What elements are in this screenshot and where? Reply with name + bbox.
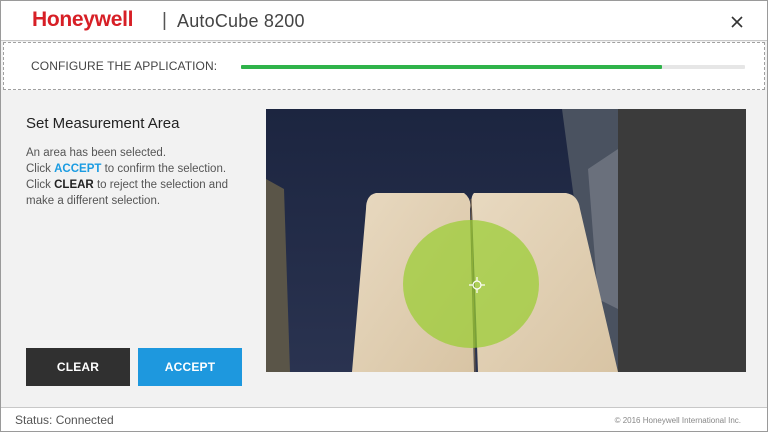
- copyright-notice: © 2016 Honeywell International Inc.: [614, 416, 741, 425]
- instruction-click-text: Click: [26, 163, 55, 175]
- panel-title: Set Measurement Area: [26, 115, 180, 132]
- clear-keyword: CLEAR: [54, 179, 94, 191]
- selection-area[interactable]: [403, 220, 539, 348]
- camera-image: [266, 109, 746, 372]
- accept-keyword: ACCEPT: [54, 163, 102, 175]
- instruction-line-3: Click CLEAR to reject the selection and …: [26, 177, 256, 209]
- honeywell-logo: Honeywell: [32, 8, 134, 31]
- status-bar: Status: Connected © 2016 Honeywell Inter…: [1, 407, 767, 431]
- close-button[interactable]: [725, 10, 749, 34]
- instruction-click-text: Click: [26, 179, 55, 191]
- app-title: AutoCube 8200: [177, 11, 305, 31]
- configure-label: CONFIGURE THE APPLICATION:: [31, 59, 218, 73]
- clear-button[interactable]: CLEAR: [26, 348, 130, 386]
- configure-progress-bar: [241, 65, 745, 69]
- accept-button[interactable]: ACCEPT: [138, 348, 242, 386]
- instruction-line-1: An area has been selected.: [26, 147, 167, 159]
- configure-progress-strip: CONFIGURE THE APPLICATION:: [3, 42, 765, 90]
- app-window: Honeywell | AutoCube 8200 CONFIGURE THE …: [0, 0, 768, 432]
- camera-border-region: [618, 109, 746, 372]
- connection-status: Status: Connected: [15, 413, 114, 427]
- camera-view[interactable]: [266, 109, 746, 372]
- title-separator: |: [162, 10, 167, 31]
- instruction-confirm-text: to confirm the selection.: [101, 163, 227, 175]
- instructions-text: An area has been selected. Click ACCEPT …: [26, 145, 256, 209]
- close-icon: [731, 16, 743, 28]
- configure-progress-fill: [241, 65, 662, 69]
- title-bar: Honeywell | AutoCube 8200: [1, 1, 767, 41]
- instruction-line-2: Click ACCEPT to confirm the selection.: [26, 161, 256, 177]
